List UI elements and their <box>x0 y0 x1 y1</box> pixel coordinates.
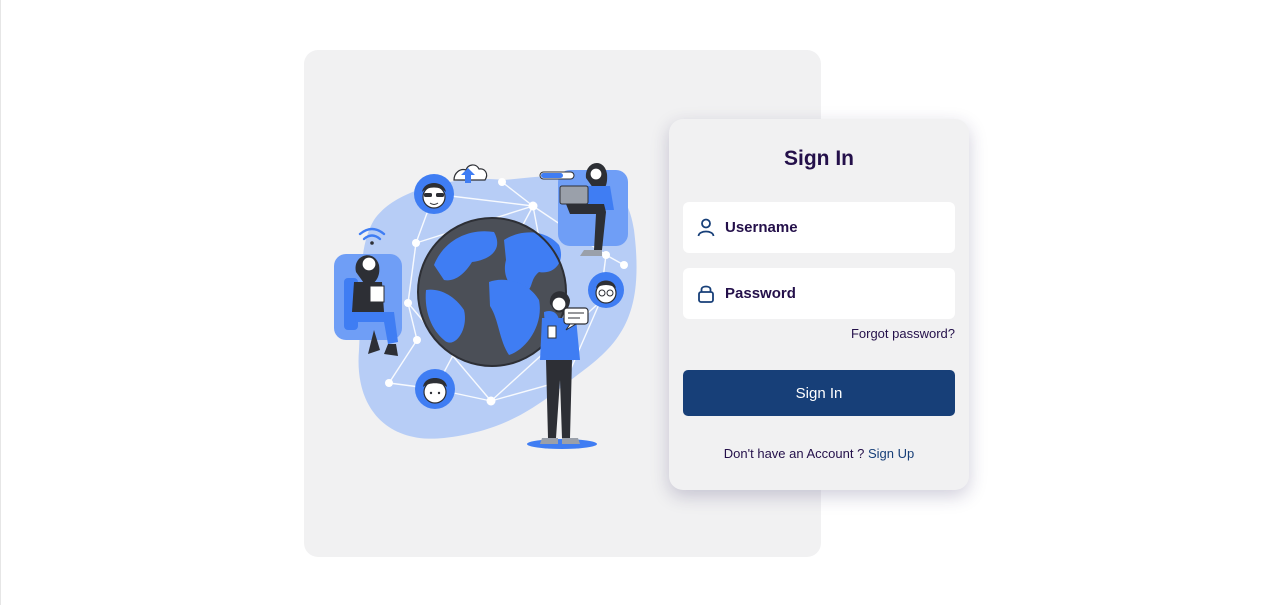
login-card: Sign In Forgot password? Sign In Don't h… <box>669 119 969 490</box>
forgot-password-link[interactable]: Forgot password? <box>851 326 955 341</box>
window-left-border <box>0 0 1 605</box>
avatar-glasses <box>588 272 624 308</box>
lock-icon <box>698 285 714 303</box>
avatar-sunglasses <box>414 174 454 214</box>
cloud-upload-icon <box>453 164 488 183</box>
sign-up-link[interactable]: Sign Up <box>868 446 914 461</box>
username-field[interactable] <box>683 202 955 253</box>
signup-prompt: Don't have an Account ? <box>723 446 868 461</box>
login-title: Sign In <box>784 147 854 170</box>
username-input[interactable] <box>725 202 945 253</box>
password-field[interactable] <box>683 268 955 319</box>
sign-in-button[interactable]: Sign In <box>683 370 955 416</box>
avatar-boy <box>415 369 455 409</box>
user-icon <box>697 218 715 237</box>
password-input[interactable] <box>725 268 945 319</box>
signup-row: Don't have an Account ? Sign Up <box>669 446 969 461</box>
